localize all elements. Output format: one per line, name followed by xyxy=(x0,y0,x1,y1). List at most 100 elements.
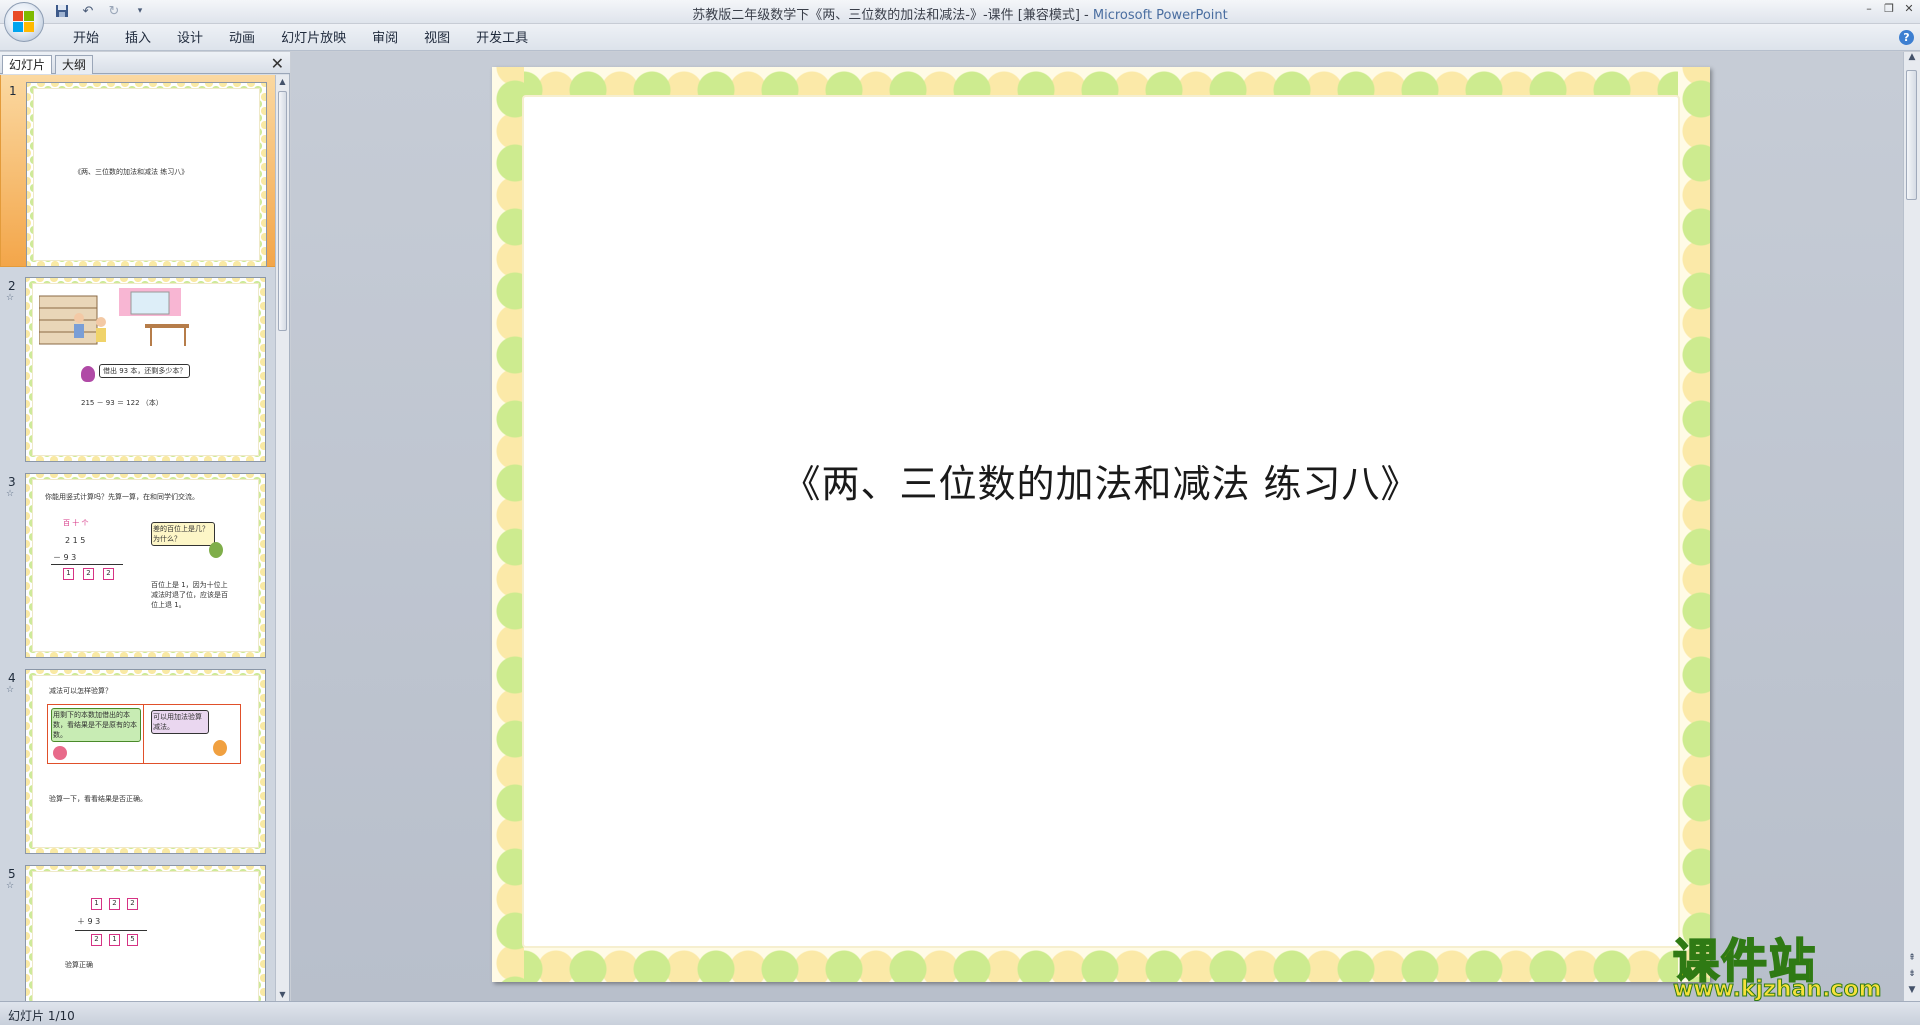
answer-box: 2 xyxy=(103,568,114,580)
thumbnail-list: 1 《两、三位数的加法和减法 练习八》 2 ☆ 借出 93 本，还剩多少本？ 2… xyxy=(0,75,276,1001)
slide-thumbnail-5[interactable]: 5 ☆ 1 2 2 ＋ 9 3 2 1 5 验算正确 xyxy=(0,861,276,1001)
thumbnail-image: 《两、三位数的加法和减法 练习八》 xyxy=(26,82,267,267)
tab-outline[interactable]: 大纲 xyxy=(55,55,94,74)
scroll-up-icon[interactable]: ▲ xyxy=(276,75,289,88)
slide-thumbnail-1[interactable]: 1 《两、三位数的加法和减法 练习八》 xyxy=(0,75,276,267)
restore-icon[interactable]: ❐ xyxy=(1882,2,1896,16)
character-icon xyxy=(209,542,223,558)
speech-bubble-right: 可以用加法验算减法。 xyxy=(151,710,209,734)
character-icon xyxy=(53,746,67,760)
panel-tabs: 幻灯片 大纲 ✕ xyxy=(0,52,290,74)
scroll-up-icon[interactable]: ▲ xyxy=(1905,52,1919,64)
scrollbar-thumb[interactable] xyxy=(1906,70,1917,200)
document-title: 苏教版二年级数学下《两、三位数的加法和减法-》-课件 [兼容模式] - xyxy=(692,8,1093,23)
tab-slides[interactable]: 幻灯片 xyxy=(2,55,53,74)
scroll-down-icon[interactable]: ▼ xyxy=(1905,985,1919,997)
number-box: 2 xyxy=(91,934,102,946)
equation-text: 215 － 93 ＝ 122 （本） xyxy=(81,399,163,407)
scroll-down-icon[interactable]: ▼ xyxy=(276,988,289,1001)
answer-box: 1 xyxy=(63,568,74,580)
app-name: Microsoft PowerPoint xyxy=(1092,8,1228,23)
tab-design[interactable]: 设计 xyxy=(164,30,216,48)
number-box: 1 xyxy=(109,934,120,946)
thumbnail-number: 4 xyxy=(8,671,16,685)
previous-slide-icon[interactable]: ⇞ xyxy=(1905,953,1919,965)
tab-home[interactable]: 开始 xyxy=(60,30,112,48)
number-box: 2 xyxy=(109,898,120,910)
close-icon[interactable]: ✕ xyxy=(1902,2,1916,16)
current-slide[interactable]: 《两、三位数的加法和减法 练习八》 xyxy=(492,67,1710,982)
thumbnail-image: 1 2 2 ＋ 9 3 2 1 5 验算正确 xyxy=(25,865,266,1001)
office-logo-icon xyxy=(13,11,35,33)
window-title: 苏教版二年级数学下《两、三位数的加法和减法-》-课件 [兼容模式] - Micr… xyxy=(0,4,1920,23)
character-icon xyxy=(81,366,95,382)
library-illustration xyxy=(39,288,189,346)
thumbnail-number: 1 xyxy=(9,84,17,98)
result-text: 验算正确 xyxy=(65,961,93,969)
slide-border-right xyxy=(1678,67,1710,982)
panel-close-icon[interactable]: ✕ xyxy=(271,54,284,73)
thumbnail-image: 减法可以怎样验算？ 用剩下的本数加借出的本数，看结果是不是原有的本数。 可以用加… xyxy=(25,669,266,854)
thumbnail-number: 5 xyxy=(8,867,16,881)
sum-line xyxy=(51,564,123,565)
slide-thumbnail-2[interactable]: 2 ☆ 借出 93 本，还剩多少本？ 215 － 93 ＝ 122 （本） xyxy=(0,273,276,469)
slide-title[interactable]: 《两、三位数的加法和减法 练习八》 xyxy=(492,453,1710,508)
scrollbar-thumb[interactable] xyxy=(278,91,287,331)
slide-border-bottom xyxy=(492,946,1710,982)
thumbnail-scrollbar[interactable]: ▲ ▼ xyxy=(275,75,289,1001)
animation-star-icon: ☆ xyxy=(6,489,15,499)
site-watermark-logo: 课件站 www.kjzhan.com xyxy=(1665,925,1905,1003)
subtrahend-row: － 9 3 xyxy=(53,553,77,562)
editor-scrollbar[interactable]: ▲ ⇞ ⇟ ▼ xyxy=(1903,52,1920,1001)
minimize-icon[interactable]: – xyxy=(1862,2,1876,16)
character-icon xyxy=(213,740,227,756)
thumbnail-content: 借出 93 本，还剩多少本？ 215 － 93 ＝ 122 （本） xyxy=(32,283,259,456)
thumbnail-number: 2 xyxy=(8,279,16,293)
thumbnail-content: 减法可以怎样验算？ 用剩下的本数加借出的本数，看结果是不是原有的本数。 可以用加… xyxy=(32,675,259,848)
slide-border-top xyxy=(492,67,1710,97)
slide-thumbnail-3[interactable]: 3 ☆ 你能用竖式计算吗？先算一算，在和同学们交流。 百 十 个 2 1 5 －… xyxy=(0,469,276,665)
title-bar: ↶ ↻ ▾ 苏教版二年级数学下《两、三位数的加法和减法-》-课件 [兼容模式] … xyxy=(0,0,1920,42)
slide-content-area xyxy=(522,95,1680,948)
answer-box: 2 xyxy=(83,568,94,580)
tab-animations[interactable]: 动画 xyxy=(216,30,268,48)
thumbnail-image: 借出 93 本，还剩多少本？ 215 － 93 ＝ 122 （本） xyxy=(25,277,266,462)
number-box: 2 xyxy=(127,898,138,910)
speech-bubble-left: 用剩下的本数加借出的本数，看结果是不是原有的本数。 xyxy=(51,708,141,742)
next-slide-icon[interactable]: ⇟ xyxy=(1905,969,1919,981)
tab-review[interactable]: 审阅 xyxy=(359,30,411,48)
sum-line xyxy=(75,930,147,931)
slide-thumbnail-4[interactable]: 4 ☆ 减法可以怎样验算？ 用剩下的本数加借出的本数，看结果是不是原有的本数。 … xyxy=(0,665,276,861)
animation-star-icon: ☆ xyxy=(6,881,15,891)
tab-view[interactable]: 视图 xyxy=(411,30,463,48)
ribbon: 开始 插入 设计 动画 幻灯片放映 审阅 视图 开发工具 ? xyxy=(0,24,1920,51)
thumbnail-number: 3 xyxy=(8,475,16,489)
tab-slideshow[interactable]: 幻灯片放映 xyxy=(268,30,359,48)
thumbnail-content: 你能用竖式计算吗？先算一算，在和同学们交流。 百 十 个 2 1 5 － 9 3… xyxy=(32,479,259,652)
speech-bubble: 差的百位上是几？为什么？ xyxy=(151,522,215,546)
animation-star-icon: ☆ xyxy=(6,293,15,303)
question-text: 你能用竖式计算吗？先算一算，在和同学们交流。 xyxy=(45,493,199,501)
help-icon[interactable]: ? xyxy=(1899,30,1914,45)
thumbnail-content: 《两、三位数的加法和减法 练习八》 xyxy=(33,88,260,261)
minuend-row: 2 1 5 xyxy=(65,536,86,545)
number-box: 1 xyxy=(91,898,102,910)
instruction-text: 验算一下，看看结果是否正确。 xyxy=(49,795,147,803)
office-button[interactable] xyxy=(4,2,44,42)
addend-row: ＋ 9 3 xyxy=(77,917,101,926)
speech-bubble: 借出 93 本，还剩多少本？ xyxy=(99,364,191,378)
thumbnail-title: 《两、三位数的加法和减法 练习八》 xyxy=(74,168,189,176)
window-controls: – ❐ ✕ xyxy=(1862,2,1916,16)
thumbnail-image: 你能用竖式计算吗？先算一算，在和同学们交流。 百 十 个 2 1 5 － 9 3… xyxy=(25,473,266,658)
status-bar: 幻灯片 1/10 xyxy=(0,1001,1920,1025)
slide-editor: 《两、三位数的加法和减法 练习八》 xyxy=(291,52,1903,1001)
tab-developer[interactable]: 开发工具 xyxy=(463,30,541,48)
slide-counter: 幻灯片 1/10 xyxy=(8,1009,75,1023)
tab-insert[interactable]: 插入 xyxy=(112,30,164,48)
ribbon-tabs: 开始 插入 设计 动画 幻灯片放映 审阅 视图 开发工具 xyxy=(60,30,541,48)
place-value-header: 百 十 个 xyxy=(63,519,89,527)
explanation-text: 百位上是 1，因为十位上减法时退了位，应该是百位上退 1。 xyxy=(151,581,228,609)
animation-star-icon: ☆ xyxy=(6,685,15,695)
slides-panel: 幻灯片 大纲 ✕ 1 《两、三位数的加法和减法 练习八》 2 ☆ 借出 93 本… xyxy=(0,52,290,1001)
slide-border-left xyxy=(492,67,524,982)
